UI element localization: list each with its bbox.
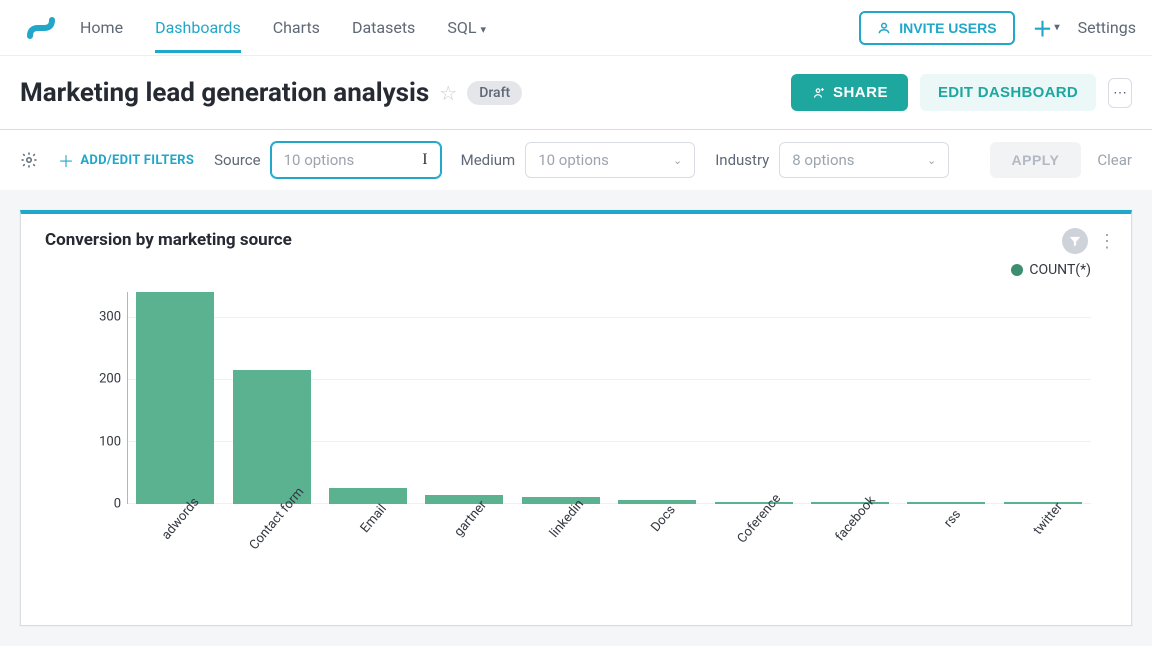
- filter-source-select[interactable]: 10 options I: [271, 142, 441, 178]
- chart-actions: ⋮: [1062, 228, 1115, 254]
- apply-filters-button[interactable]: APPLY: [990, 142, 1082, 178]
- filter-placeholder: 10 options: [284, 151, 355, 169]
- nav-right: INVITE USERS ＋▾ Settings: [859, 11, 1136, 45]
- brand-logo[interactable]: [20, 8, 60, 48]
- bar-slot: [320, 292, 416, 504]
- chart-bars: [127, 292, 1091, 504]
- user-icon: [877, 21, 891, 35]
- nav-settings[interactable]: Settings: [1078, 18, 1136, 37]
- status-badge: Draft: [467, 81, 522, 105]
- nav-home[interactable]: Home: [80, 2, 123, 53]
- bar-slot: [995, 292, 1091, 504]
- edit-dashboard-button[interactable]: EDIT DASHBOARD: [920, 74, 1096, 111]
- x-tick-label: adwords: [127, 504, 223, 609]
- title-bar: Marketing lead generation analysis ☆ Dra…: [0, 56, 1152, 130]
- filter-industry-select[interactable]: 8 options ⌄: [779, 142, 949, 178]
- bar-slot: [802, 292, 898, 504]
- chart-title: Conversion by marketing source: [45, 230, 1107, 250]
- nav-sql-label: SQL: [447, 18, 476, 37]
- title-actions: SHARE EDIT DASHBOARD ⋯: [791, 74, 1132, 111]
- page-title: Marketing lead generation analysis: [20, 78, 429, 108]
- filter-settings-button[interactable]: [20, 151, 38, 169]
- nav-charts[interactable]: Charts: [273, 2, 320, 53]
- filter-label: Source: [214, 151, 260, 169]
- y-tick-label: 100: [99, 434, 121, 449]
- bar-slot: [609, 292, 705, 504]
- filter-bar: ＋ ADD/EDIT FILTERS Source 10 options I M…: [0, 130, 1152, 190]
- nav-sql[interactable]: SQL ▾: [447, 2, 486, 53]
- chart-legend: COUNT(*): [1011, 262, 1091, 278]
- legend-label: COUNT(*): [1029, 262, 1091, 278]
- bar-slot: [223, 292, 319, 504]
- filter-medium-select[interactable]: 10 options ⌄: [525, 142, 695, 178]
- favorite-star-icon[interactable]: ☆: [439, 81, 457, 105]
- filter-medium: Medium 10 options ⌄: [461, 142, 696, 178]
- add-edit-filters-button[interactable]: ＋ ADD/EDIT FILTERS: [58, 148, 194, 172]
- new-menu-button[interactable]: ＋▾: [1033, 13, 1060, 42]
- text-cursor-icon: I: [422, 151, 427, 169]
- share-icon: [811, 86, 825, 100]
- bar[interactable]: [136, 292, 214, 504]
- chevron-down-icon: ⌄: [927, 154, 936, 167]
- invite-users-button[interactable]: INVITE USERS: [859, 11, 1014, 45]
- plus-icon: ＋: [1033, 13, 1053, 42]
- filter-label: Medium: [461, 151, 516, 169]
- bar-slot: [513, 292, 609, 504]
- bar[interactable]: [522, 497, 600, 504]
- bar-slot: [898, 292, 994, 504]
- share-button[interactable]: SHARE: [791, 74, 908, 111]
- chevron-down-icon: ⌄: [673, 154, 682, 167]
- chart-card: Conversion by marketing source ⋮ COUNT(*…: [20, 210, 1132, 626]
- y-tick-label: 300: [99, 309, 121, 324]
- chart-plot: 0 100 200 300 adwordsContact formEmailgartn…: [81, 292, 1091, 609]
- bar[interactable]: [329, 488, 407, 504]
- chevron-down-icon: ▾: [480, 23, 486, 36]
- y-tick-label: 0: [114, 497, 121, 512]
- dashboard-content: Conversion by marketing source ⋮ COUNT(*…: [0, 190, 1152, 646]
- filter-label: Industry: [715, 151, 769, 169]
- share-label: SHARE: [833, 84, 888, 101]
- nav-datasets[interactable]: Datasets: [352, 2, 415, 53]
- nav-items: Home Dashboards Charts Datasets SQL ▾: [80, 2, 859, 53]
- bar[interactable]: [425, 495, 503, 504]
- bar-slot: [127, 292, 223, 504]
- y-axis: 0100200300: [81, 292, 127, 504]
- y-tick-label: 200: [99, 372, 121, 387]
- x-axis-labels: adwordsContact formEmailgartnerlinkedinD…: [127, 504, 1091, 609]
- legend-swatch: [1011, 264, 1023, 276]
- chart-more-button[interactable]: ⋮: [1098, 231, 1115, 252]
- filter-industry: Industry 8 options ⌄: [715, 142, 949, 178]
- invite-users-label: INVITE USERS: [899, 20, 996, 36]
- nav-dashboards[interactable]: Dashboards: [155, 2, 241, 53]
- more-actions-button[interactable]: ⋯: [1108, 78, 1132, 108]
- filter-source: Source 10 options I: [214, 142, 440, 178]
- bar-slot: [416, 292, 512, 504]
- top-nav: Home Dashboards Charts Datasets SQL ▾ INV…: [0, 0, 1152, 56]
- chart-filter-icon[interactable]: [1062, 228, 1088, 254]
- filter-actions: APPLY Clear: [990, 142, 1133, 178]
- bar-slot: [705, 292, 801, 504]
- add-filters-label: ADD/EDIT FILTERS: [80, 153, 194, 168]
- chevron-down-icon: ▾: [1055, 22, 1060, 33]
- filter-placeholder: 8 options: [792, 151, 854, 169]
- clear-filters-link[interactable]: Clear: [1097, 151, 1132, 169]
- plus-icon: ＋: [58, 148, 74, 172]
- bar[interactable]: [233, 370, 311, 504]
- filter-placeholder: 10 options: [538, 151, 609, 169]
